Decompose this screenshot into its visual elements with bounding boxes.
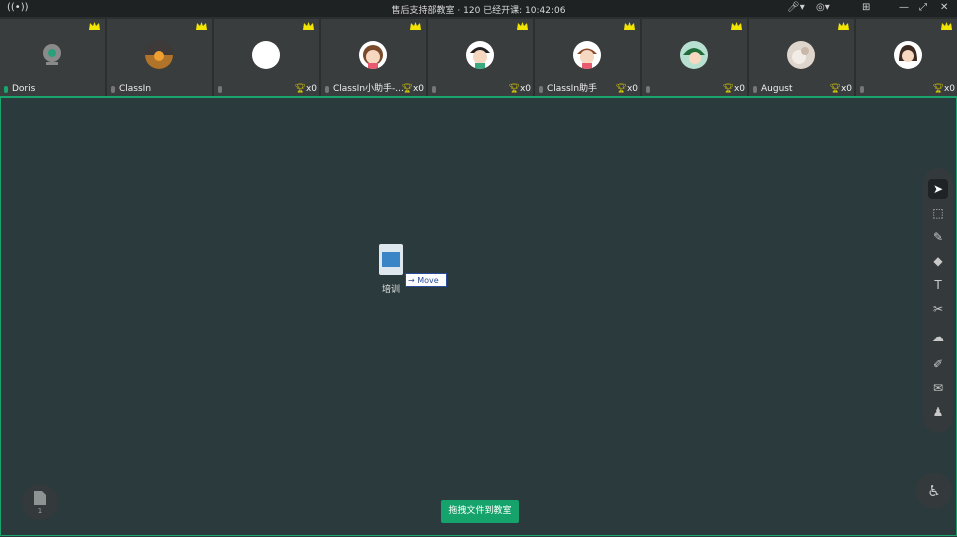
participant-name: ClassIn	[119, 84, 152, 94]
crown-icon	[941, 22, 952, 30]
crown-icon	[731, 22, 742, 30]
trophy-count: x0	[733, 84, 745, 94]
seat-button[interactable]: ♿︎	[916, 473, 952, 509]
move-badge: → Move	[405, 273, 447, 287]
crown-icon	[517, 22, 528, 30]
avatar	[466, 41, 494, 69]
trophy-icon: 🏆︎x0	[294, 84, 318, 94]
whiteboard-area[interactable]	[0, 98, 957, 536]
page-number: 1	[37, 507, 43, 515]
seat-icon: ♿︎	[927, 482, 941, 500]
avatar	[573, 41, 601, 69]
trophy-count: x0	[519, 84, 531, 94]
mic-icon[interactable]	[539, 86, 543, 93]
participant-name: ClassIn小助手-...	[333, 84, 404, 94]
avatar	[680, 41, 708, 69]
board-toolbar: ➤ ⬚ ✎ ◆ T ✂ ☁ ✐ ✉ ♟	[923, 168, 953, 433]
text-icon[interactable]: T	[928, 275, 948, 295]
mic-icon[interactable]	[753, 86, 757, 93]
edit-icon[interactable]: ✐	[928, 354, 948, 374]
trophy-icon: 🏆︎x0	[722, 84, 746, 94]
close-icon[interactable]: ✕	[940, 2, 948, 13]
participant-name: ClassIn助手	[547, 84, 598, 94]
select-icon[interactable]: ⬚	[928, 203, 948, 223]
participant-name: Doris	[12, 84, 36, 94]
pointer-icon[interactable]: ➤	[928, 179, 948, 199]
mic-icon[interactable]	[4, 86, 8, 93]
trophy-icon: 🏆︎x0	[932, 84, 956, 94]
mic-icon[interactable]	[218, 86, 222, 93]
title-bar: ((•)) 售后支持部教室 · 120 已经开课: 10:42:06 🎤︎▾ ◎…	[0, 0, 957, 17]
restore-icon[interactable]: ⤢	[919, 2, 927, 13]
crown-icon	[410, 22, 421, 30]
crown-icon	[89, 22, 100, 30]
avatar	[787, 41, 815, 69]
participant-tile[interactable]: 🏆︎x0	[856, 19, 957, 96]
trophy-icon: 🏆︎x0	[508, 84, 532, 94]
participant-tile[interactable]: Doris	[0, 19, 105, 96]
eraser-icon[interactable]: ◆	[928, 251, 948, 271]
trophy-icon: 🏆︎x0	[401, 84, 425, 94]
image-file-icon[interactable]	[379, 244, 403, 275]
avatar	[894, 41, 922, 69]
classroom-title: 售后支持部教室 · 120 已经开课: 10:42:06	[391, 6, 566, 16]
participant-tile[interactable]: 🏆︎x0	[428, 19, 533, 96]
avatar	[145, 41, 173, 69]
participant-name: August	[761, 84, 793, 94]
crown-icon	[303, 22, 314, 30]
minimize-icon[interactable]: —	[899, 2, 909, 13]
webcam-icon	[38, 41, 66, 69]
trophy-count: x0	[305, 84, 317, 94]
trophy-count: x0	[412, 84, 424, 94]
participant-tile[interactable]: August 🏆︎x0	[749, 19, 854, 96]
trophy-icon: 🏆︎x0	[829, 84, 853, 94]
trophy-count: x0	[943, 84, 955, 94]
participant-tile[interactable]: ClassIn小助手-... 🏆︎x0	[321, 19, 426, 96]
participant-tile[interactable]: 🏆︎x0	[642, 19, 747, 96]
crown-icon	[838, 22, 849, 30]
trophy-icon: 🏆︎x0	[615, 84, 639, 94]
participant-strip: Doris ClassIn 🏆︎x0 ClassIn小助手-... 🏆︎x0 🏆︎…	[0, 17, 957, 98]
file-label: 培训	[382, 285, 401, 295]
scissors-icon[interactable]: ✂	[928, 299, 948, 319]
grid-icon[interactable]: ⊞	[862, 2, 870, 13]
drag-file-button[interactable]: 拖拽文件到教室	[441, 500, 519, 523]
avatar	[252, 41, 280, 69]
mic-icon[interactable]	[646, 86, 650, 93]
page-icon	[34, 491, 46, 505]
participant-tile[interactable]: ClassIn	[107, 19, 212, 96]
mic-icon[interactable]	[111, 86, 115, 93]
page-button[interactable]: 1	[22, 484, 58, 520]
crown-icon	[624, 22, 635, 30]
mic-icon[interactable]	[432, 86, 436, 93]
mic-dropdown-icon[interactable]: 🎤︎▾	[787, 2, 805, 13]
crown-icon	[196, 22, 207, 30]
camera-dropdown-icon[interactable]: ◎▾	[816, 2, 830, 13]
trophy-count: x0	[626, 84, 638, 94]
mic-icon[interactable]	[325, 86, 329, 93]
trophy-count: x0	[840, 84, 852, 94]
cloud-icon[interactable]: ☁	[928, 327, 948, 347]
pen-icon[interactable]: ✎	[928, 227, 948, 247]
participant-tile[interactable]: 🏆︎x0	[214, 19, 319, 96]
move-label: Move	[417, 276, 439, 285]
users-icon[interactable]: ♟	[928, 402, 948, 422]
avatar	[359, 41, 387, 69]
chat-icon[interactable]: ✉	[928, 378, 948, 398]
participant-tile[interactable]: ClassIn助手 🏆︎x0	[535, 19, 640, 96]
mic-icon[interactable]	[860, 86, 864, 93]
